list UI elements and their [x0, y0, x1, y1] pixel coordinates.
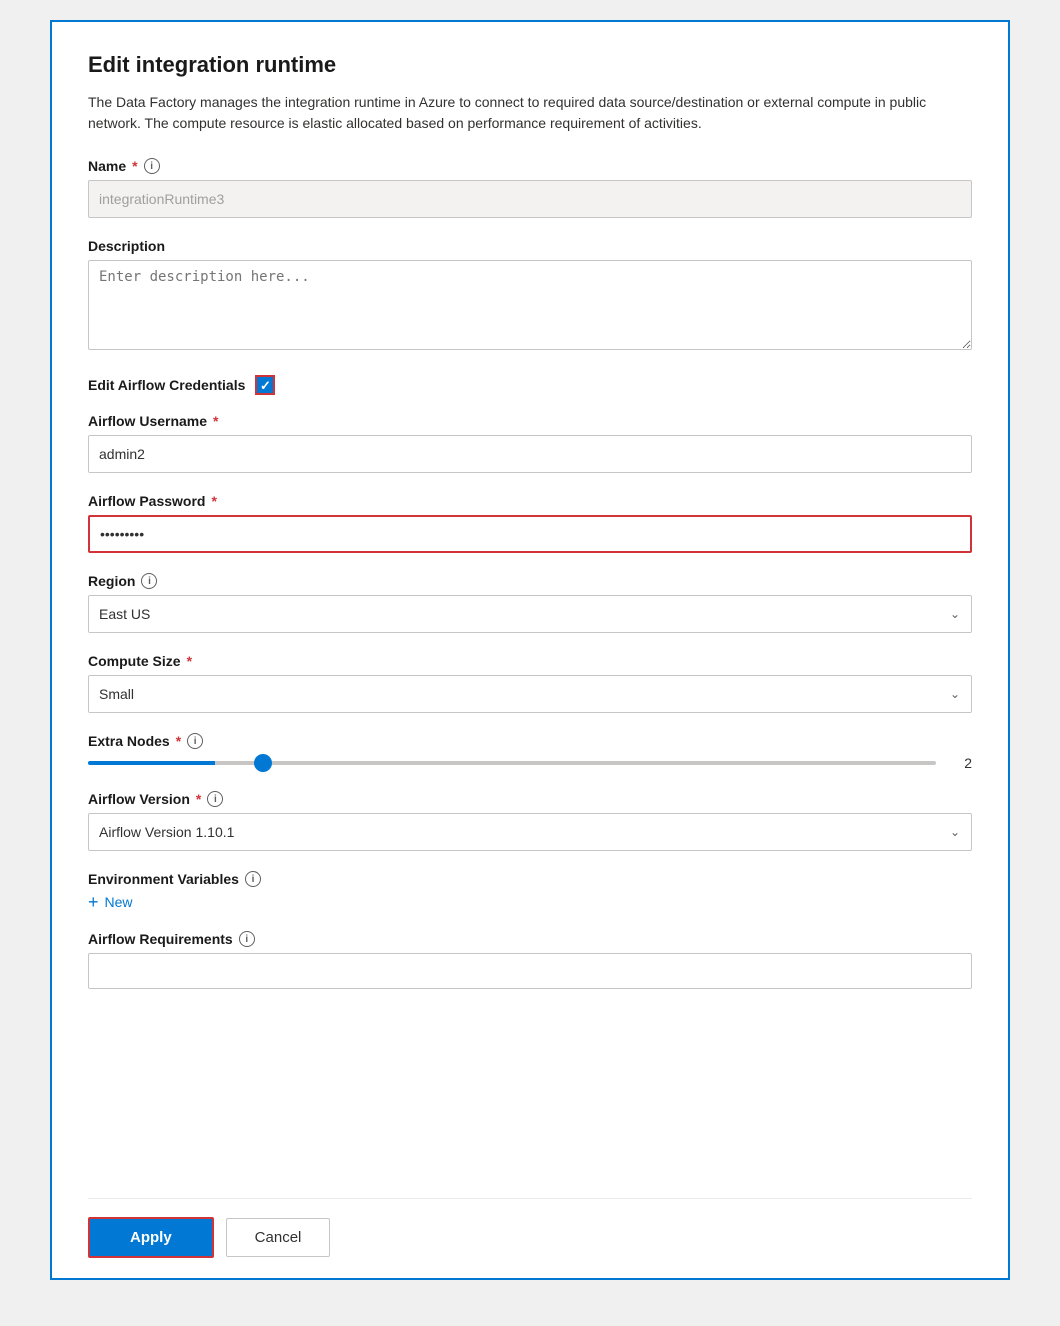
edit-airflow-credentials-checkbox[interactable]: ✓: [255, 375, 275, 395]
airflow-password-required-star: *: [211, 493, 216, 509]
name-field-group: Name * i: [88, 158, 972, 218]
new-environment-variable-button[interactable]: + New: [88, 893, 133, 911]
plus-icon: +: [88, 893, 99, 911]
name-input: [88, 180, 972, 218]
apply-button[interactable]: Apply: [88, 1217, 214, 1258]
airflow-password-group: Airflow Password *: [88, 493, 972, 553]
airflow-username-label: Airflow Username *: [88, 413, 972, 429]
cancel-button[interactable]: Cancel: [226, 1218, 331, 1257]
compute-size-label: Compute Size *: [88, 653, 972, 669]
name-info-icon[interactable]: i: [144, 158, 160, 174]
region-field-group: Region i East US West US West Europe Sou…: [88, 573, 972, 633]
airflow-password-label: Airflow Password *: [88, 493, 972, 509]
description-input[interactable]: [88, 260, 972, 350]
airflow-version-info-icon[interactable]: i: [207, 791, 223, 807]
extra-nodes-info-icon[interactable]: i: [187, 733, 203, 749]
airflow-requirements-info-icon[interactable]: i: [239, 931, 255, 947]
region-label: Region i: [88, 573, 972, 589]
airflow-username-required-star: *: [213, 413, 218, 429]
extra-nodes-value: 2: [952, 755, 972, 771]
airflow-version-label: Airflow Version * i: [88, 791, 972, 807]
edit-airflow-credentials-row: Edit Airflow Credentials ✓: [88, 375, 972, 395]
form-content: Edit integration runtime The Data Factor…: [88, 52, 972, 1198]
region-select[interactable]: East US West US West Europe Southeast As…: [88, 595, 972, 633]
compute-size-select-wrapper: Small Medium Large ⌄: [88, 675, 972, 713]
airflow-password-input[interactable]: [88, 515, 972, 553]
extra-nodes-required-star: *: [176, 733, 181, 749]
extra-nodes-slider[interactable]: [88, 761, 936, 765]
airflow-username-group: Airflow Username *: [88, 413, 972, 473]
environment-variables-info-icon[interactable]: i: [245, 871, 261, 887]
edit-integration-runtime-panel: Edit integration runtime The Data Factor…: [50, 20, 1010, 1280]
airflow-version-required-star: *: [196, 791, 201, 807]
checkbox-checkmark: ✓: [260, 379, 271, 392]
region-select-wrapper: East US West US West Europe Southeast As…: [88, 595, 972, 633]
name-required-star: *: [132, 158, 137, 174]
panel-description: The Data Factory manages the integration…: [88, 92, 972, 134]
airflow-version-field-group: Airflow Version * i Airflow Version 1.10…: [88, 791, 972, 851]
airflow-username-input[interactable]: [88, 435, 972, 473]
airflow-requirements-input[interactable]: [88, 953, 972, 989]
airflow-requirements-label: Airflow Requirements i: [88, 931, 972, 947]
region-info-icon[interactable]: i: [141, 573, 157, 589]
description-field-group: Description: [88, 238, 972, 355]
panel-title: Edit integration runtime: [88, 52, 972, 78]
edit-airflow-credentials-label: Edit Airflow Credentials: [88, 377, 245, 393]
name-label: Name * i: [88, 158, 972, 174]
environment-variables-label: Environment Variables i: [88, 871, 972, 887]
compute-size-required-star: *: [187, 653, 192, 669]
airflow-version-select-wrapper: Airflow Version 1.10.1 Airflow Version 2…: [88, 813, 972, 851]
extra-nodes-field-group: Extra Nodes * i 2: [88, 733, 972, 771]
compute-size-select[interactable]: Small Medium Large: [88, 675, 972, 713]
description-label: Description: [88, 238, 972, 254]
environment-variables-field-group: Environment Variables i + New: [88, 871, 972, 911]
compute-size-field-group: Compute Size * Small Medium Large ⌄: [88, 653, 972, 713]
airflow-version-select[interactable]: Airflow Version 1.10.1 Airflow Version 2…: [88, 813, 972, 851]
airflow-requirements-field-group: Airflow Requirements i: [88, 931, 972, 989]
extra-nodes-slider-row: 2: [88, 755, 972, 771]
form-footer: Apply Cancel: [88, 1198, 972, 1278]
extra-nodes-label: Extra Nodes * i: [88, 733, 972, 749]
